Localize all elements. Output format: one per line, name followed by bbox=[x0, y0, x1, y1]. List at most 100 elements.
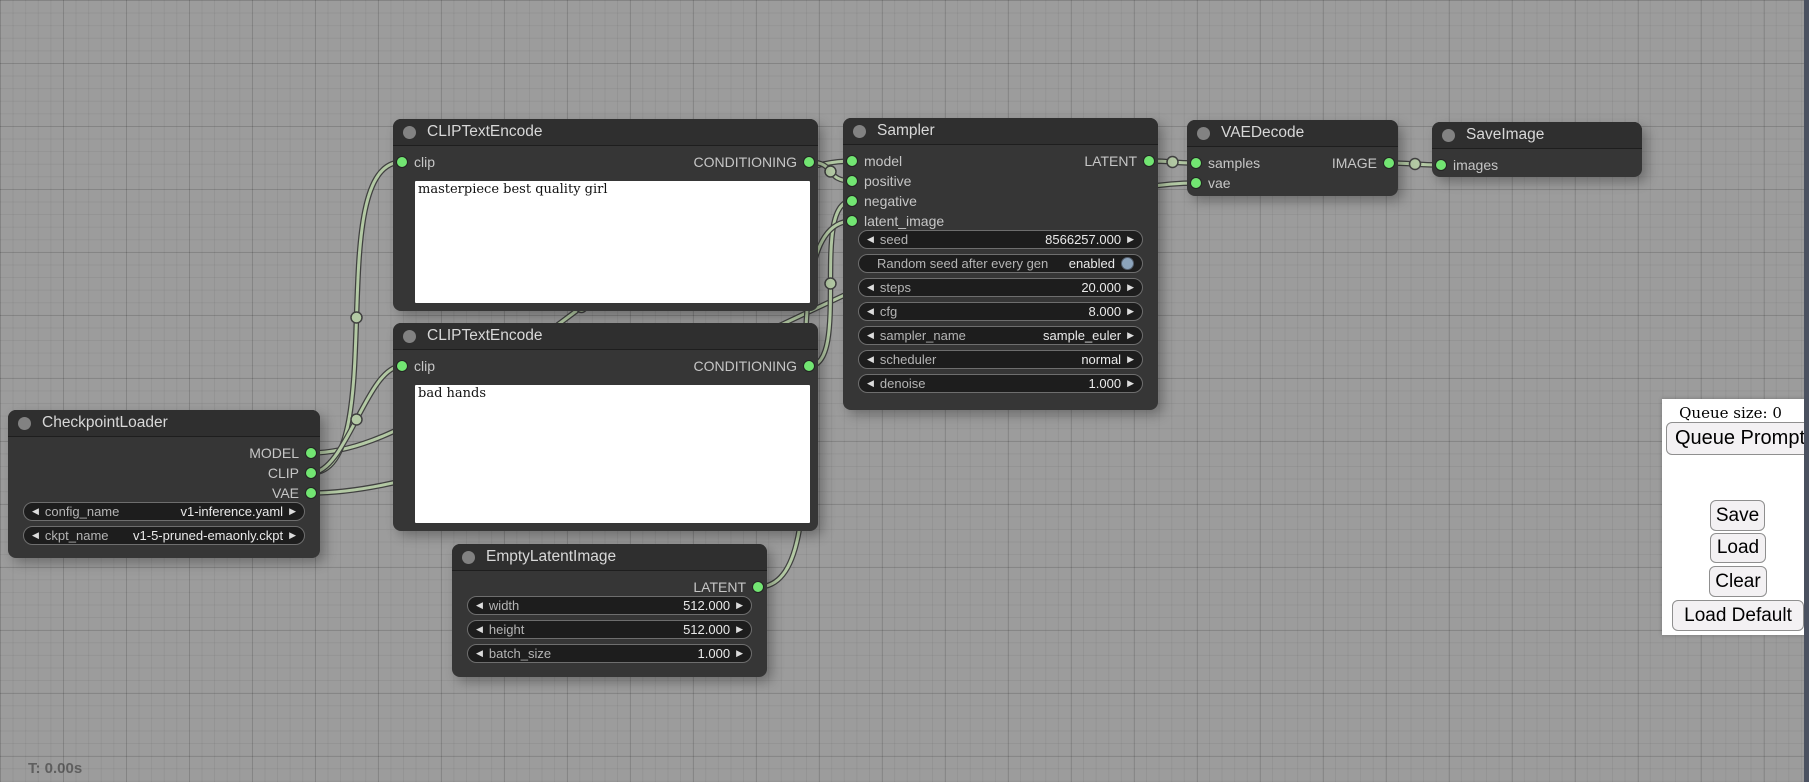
arrow-left-icon[interactable]: ◀ bbox=[32, 503, 39, 520]
node-collapse-dot[interactable] bbox=[403, 330, 416, 343]
arrow-right-icon[interactable]: ▶ bbox=[736, 621, 743, 638]
link-dot bbox=[825, 278, 836, 289]
widget-name: sampler_name bbox=[880, 327, 966, 344]
output-slot-label: VAE bbox=[272, 483, 299, 503]
node-title: SaveImage bbox=[1466, 122, 1544, 148]
input-slot-dot-samples[interactable] bbox=[1191, 158, 1201, 168]
arrow-right-icon[interactable]: ▶ bbox=[1127, 351, 1134, 368]
node-title-bar[interactable]: SaveImage bbox=[1432, 122, 1642, 149]
output-slot-dot-CONDITIONING[interactable] bbox=[804, 361, 814, 371]
widget-height[interactable]: ◀height512.000▶ bbox=[467, 620, 752, 639]
arrow-right-icon[interactable]: ▶ bbox=[736, 645, 743, 662]
widget-ckpt_name[interactable]: ◀ckpt_namev1-5-pruned-emaonly.ckpt▶ bbox=[23, 526, 305, 545]
output-slot-dot-MODEL[interactable] bbox=[306, 448, 316, 458]
node-clip-text-encode-positive[interactable]: CLIPTextEncodeclipCONDITIONINGmasterpiec… bbox=[393, 119, 818, 311]
widget-value: 512.000 bbox=[683, 597, 730, 614]
arrow-right-icon[interactable]: ▶ bbox=[1127, 303, 1134, 320]
prompt-textarea[interactable]: masterpiece best quality girl bbox=[415, 181, 810, 303]
widget-random-seed-toggle[interactable]: Random seed after every gen enabled bbox=[858, 254, 1143, 273]
node-title-bar[interactable]: EmptyLatentImage bbox=[452, 544, 767, 571]
save-button[interactable]: Save bbox=[1710, 500, 1765, 531]
input-slot-dot-negative[interactable] bbox=[847, 196, 857, 206]
output-slot-dot-LATENT[interactable] bbox=[753, 582, 763, 592]
node-clip-text-encode-negative[interactable]: CLIPTextEncodeclipCONDITIONINGbad hands bbox=[393, 323, 818, 531]
widget-steps[interactable]: ◀steps20.000▶ bbox=[858, 278, 1143, 297]
arrow-left-icon[interactable]: ◀ bbox=[867, 351, 874, 368]
input-slot-dot-images[interactable] bbox=[1436, 160, 1446, 170]
arrow-right-icon[interactable]: ▶ bbox=[289, 527, 296, 544]
node-collapse-dot[interactable] bbox=[853, 125, 866, 138]
widget-denoise[interactable]: ◀denoise1.000▶ bbox=[858, 374, 1143, 393]
input-slot-dot-latent_image[interactable] bbox=[847, 216, 857, 226]
node-title-bar[interactable]: CLIPTextEncode bbox=[393, 323, 818, 350]
input-slot-dot-model[interactable] bbox=[847, 156, 857, 166]
node-title-bar[interactable]: CLIPTextEncode bbox=[393, 119, 818, 146]
node-collapse-dot[interactable] bbox=[1197, 127, 1210, 140]
widget-label: Random seed after every gen bbox=[867, 255, 1048, 272]
arrow-left-icon[interactable]: ◀ bbox=[867, 279, 874, 296]
node-sampler[interactable]: SamplermodelLATENTpositivenegativelatent… bbox=[843, 118, 1158, 410]
input-slot-dot-vae[interactable] bbox=[1191, 178, 1201, 188]
arrow-right-icon[interactable]: ▶ bbox=[289, 503, 296, 520]
node-save-image[interactable]: SaveImageimages bbox=[1432, 122, 1642, 177]
widget-cfg[interactable]: ◀cfg8.000▶ bbox=[858, 302, 1143, 321]
widget-name: cfg bbox=[880, 303, 897, 320]
node-collapse-dot[interactable] bbox=[403, 126, 416, 139]
queue-prompt-button[interactable]: Queue Prompt bbox=[1666, 422, 1809, 455]
arrow-right-icon[interactable]: ▶ bbox=[1127, 231, 1134, 248]
output-slot-dot-VAE[interactable] bbox=[306, 488, 316, 498]
arrow-right-icon[interactable]: ▶ bbox=[1127, 279, 1134, 296]
slot-row: samplesIMAGE bbox=[1187, 153, 1398, 173]
toggle-circle-icon[interactable] bbox=[1121, 257, 1134, 270]
node-title-bar[interactable]: VAEDecode bbox=[1187, 120, 1398, 147]
arrow-left-icon[interactable]: ◀ bbox=[867, 231, 874, 248]
node-title-bar[interactable]: CheckpointLoader bbox=[8, 410, 320, 437]
output-slot-dot-LATENT[interactable] bbox=[1144, 156, 1154, 166]
input-slot-dot-clip[interactable] bbox=[397, 157, 407, 167]
link-dot bbox=[351, 414, 362, 425]
widget-value: 1.000 bbox=[698, 645, 731, 662]
output-slot-dot-CONDITIONING[interactable] bbox=[804, 157, 814, 167]
node-collapse-dot[interactable] bbox=[462, 551, 475, 564]
widget-sampler_name[interactable]: ◀sampler_namesample_euler▶ bbox=[858, 326, 1143, 345]
output-slot-dot-CLIP[interactable] bbox=[306, 468, 316, 478]
node-collapse-dot[interactable] bbox=[18, 417, 31, 430]
arrow-left-icon[interactable]: ◀ bbox=[867, 375, 874, 392]
node-checkpoint-loader[interactable]: CheckpointLoaderMODELCLIPVAE◀config_name… bbox=[8, 410, 320, 558]
link-dot bbox=[1167, 157, 1178, 168]
node-graph-canvas[interactable]: CheckpointLoaderMODELCLIPVAE◀config_name… bbox=[0, 0, 1809, 782]
arrow-left-icon[interactable]: ◀ bbox=[476, 597, 483, 614]
arrow-left-icon[interactable]: ◀ bbox=[476, 645, 483, 662]
arrow-right-icon[interactable]: ▶ bbox=[1127, 375, 1134, 392]
node-empty-latent-image[interactable]: EmptyLatentImageLATENT◀width512.000▶◀hei… bbox=[452, 544, 767, 677]
widget-seed[interactable]: ◀seed8566257.000▶ bbox=[858, 230, 1143, 249]
widget-batch_size[interactable]: ◀batch_size1.000▶ bbox=[467, 644, 752, 663]
widget-width[interactable]: ◀width512.000▶ bbox=[467, 596, 752, 615]
widget-scheduler[interactable]: ◀schedulernormal▶ bbox=[858, 350, 1143, 369]
slot-row: VAE bbox=[8, 483, 320, 503]
output-slot-dot-IMAGE[interactable] bbox=[1384, 158, 1394, 168]
node-vae-decode[interactable]: VAEDecodesamplesIMAGEvae bbox=[1187, 120, 1398, 196]
clear-button[interactable]: Clear bbox=[1709, 566, 1767, 597]
arrow-left-icon[interactable]: ◀ bbox=[867, 303, 874, 320]
output-slot-label: LATENT bbox=[693, 577, 746, 597]
node-title-bar[interactable]: Sampler bbox=[843, 118, 1158, 145]
widget-value: enabled bbox=[1069, 255, 1115, 272]
node-title: CLIPTextEncode bbox=[427, 119, 542, 145]
input-slot-dot-positive[interactable] bbox=[847, 176, 857, 186]
node-title: CLIPTextEncode bbox=[427, 323, 542, 349]
arrow-left-icon[interactable]: ◀ bbox=[32, 527, 39, 544]
output-slot-label: MODEL bbox=[249, 443, 299, 463]
node-title: Sampler bbox=[877, 118, 935, 144]
node-collapse-dot[interactable] bbox=[1442, 129, 1455, 142]
prompt-textarea[interactable]: bad hands bbox=[415, 385, 810, 523]
widget-config_name[interactable]: ◀config_namev1-inference.yaml▶ bbox=[23, 502, 305, 521]
load-default-button[interactable]: Load Default bbox=[1672, 600, 1804, 631]
arrow-right-icon[interactable]: ▶ bbox=[1127, 327, 1134, 344]
arrow-right-icon[interactable]: ▶ bbox=[736, 597, 743, 614]
input-slot-dot-clip[interactable] bbox=[397, 361, 407, 371]
widget-name: denoise bbox=[880, 375, 926, 392]
arrow-left-icon[interactable]: ◀ bbox=[476, 621, 483, 638]
arrow-left-icon[interactable]: ◀ bbox=[867, 327, 874, 344]
load-button[interactable]: Load bbox=[1710, 533, 1766, 563]
